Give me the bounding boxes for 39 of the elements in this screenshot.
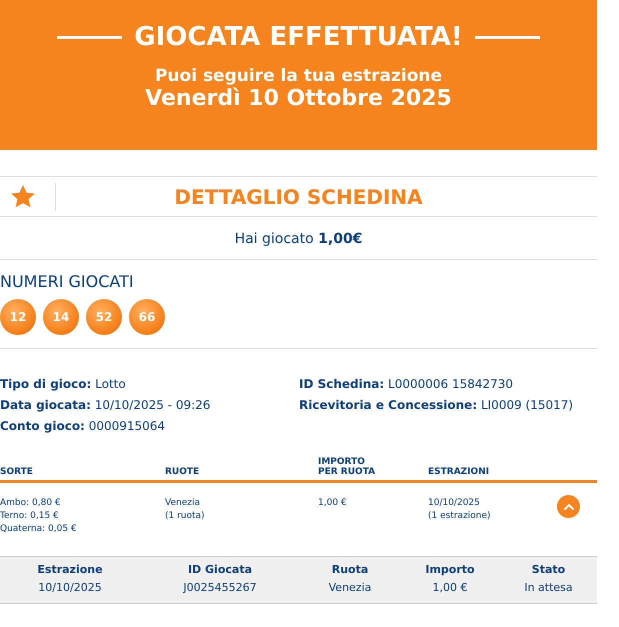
collapse-button[interactable] [557,495,580,518]
star-icon[interactable] [11,185,35,208]
number-ball: 14 [43,299,79,335]
column-header: Stato [530,562,566,578]
number-ball: 66 [129,299,165,335]
column-header: IMPORTO PER RUOTA [318,457,376,477]
info-line: Tipo di gioco: Lotto [0,377,127,391]
table-cell-text: Ambo: 0,80 € [0,498,62,508]
draw-date: Venerdì 10 Ottobre 2025 [145,86,452,111]
info-line: Ricevitoria e Concessione: LI0009 (15017) [299,398,574,412]
number-ball: 52 [86,299,122,335]
numbers-title: NUMERI GIOCATI [0,272,135,291]
table-cell-text: 1,00 € [318,498,348,508]
column-header: ESTRAZIONI [428,467,490,477]
table-cell-text: Quaterna: 0,05 € [0,524,78,534]
banner-subtitle: Puoi seguire la tua estrazione [154,66,442,86]
table-cell-text: Venezia [165,498,201,508]
column-header: SORTE [0,467,34,477]
column-header: Importo [424,562,476,578]
info-line: ID Schedina: L0000006 15842730 [299,377,514,391]
table-cell-text: 10/10/2025 [428,498,481,508]
banner-title: GIOCATA EFFETTUATA! [134,22,463,52]
table-cell-text: Terno: 0,15 € [0,511,60,521]
table-cell-text: J0025455267 [182,580,258,596]
column-header: Estrazione [36,562,104,578]
number-ball: 12 [0,299,36,335]
column-header: Ruota [330,562,370,578]
table-cell-text: 10/10/2025 [37,580,103,596]
column-header: RUOTE [165,467,200,477]
section-title: DETTAGLIO SCHEDINA [173,184,424,208]
table-cell-text: 1,00 € [432,580,468,596]
table-cell-text: (1 estrazione) [428,511,492,521]
info-line: Conto gioco: 0000915064 [0,419,166,433]
table-cell-text: (1 ruota) [165,511,206,521]
table-cell-text: In attesa [523,580,574,596]
table-cell-text: Venezia [328,580,372,596]
column-header: ID Giocata [186,562,254,578]
amount-played: Hai giocato 1,00€ [0,217,597,260]
info-line: Data giocata: 10/10/2025 - 09:26 [0,398,212,412]
